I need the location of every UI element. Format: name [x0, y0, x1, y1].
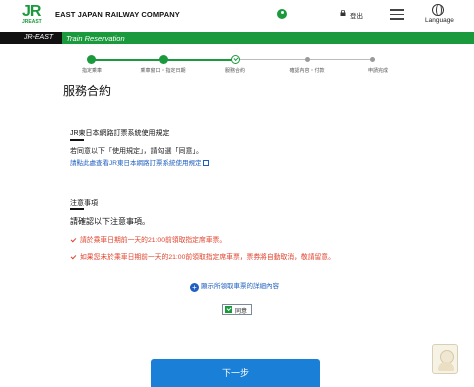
brand-name: EAST JAPAN RAILWAY COMPANY — [55, 10, 180, 19]
next-button[interactable]: 下一步 — [151, 359, 320, 387]
notes-confirm-heading: 請確認以下注意事項。 — [70, 217, 150, 226]
notes-title: 注意事項 — [70, 200, 98, 207]
terms-link[interactable]: 請點此處查看JR東日本網路訂票系統使用規定 — [70, 157, 210, 167]
language-selector[interactable]: Language — [425, 17, 454, 24]
step-1-dot — [87, 55, 96, 64]
warning-item: 請於乘車日期前一天的21:00前領取指定席車票。 — [70, 234, 227, 244]
step-label: 申請完成 — [367, 68, 389, 74]
logo-subtext: JREAST — [22, 19, 42, 25]
terms-link-text[interactable]: 請點此處查看JR東日本網路訂票系統使用規定 — [70, 160, 201, 167]
check-icon — [70, 253, 77, 260]
hamburger-menu-icon[interactable] — [390, 9, 404, 20]
globe-icon[interactable] — [432, 4, 444, 16]
show-ticket-details-link[interactable]: + 顯示所領取車票的詳細內容 — [190, 280, 279, 292]
agree-checkbox[interactable] — [225, 306, 232, 313]
terms-title-underline — [70, 139, 84, 141]
lock-icon[interactable] — [340, 10, 346, 16]
logout-link[interactable]: 登出 — [350, 10, 363, 20]
warning-text: 請於乘車日期前一天的21:00前領取指定席車票。 — [80, 237, 227, 244]
notes-title-underline — [70, 208, 84, 210]
title-bar-brand: JR-EAST — [24, 34, 54, 41]
step-2-dot — [159, 55, 168, 64]
terms-title: JR東日本網路訂票系統使用規定 — [70, 130, 170, 137]
step-label: 確認內容・付款 — [289, 68, 325, 74]
page-title: 服務合約 — [63, 84, 112, 98]
step-3-check-icon — [231, 55, 240, 64]
step-4-dot — [305, 57, 310, 62]
section-title: Train Reservation — [66, 34, 125, 43]
terms-instruction: 若同意以下「使用規定」，請勾選「同意」。 — [70, 148, 203, 155]
warning-text: 如果您未於乘車日期前一天的21:00前領取指定席車票，票券將自動取消，敬請留意。 — [80, 254, 335, 261]
show-ticket-details-label[interactable]: 顯示所領取車票的詳細內容 — [201, 283, 279, 290]
site-header: JR JREAST EAST JAPAN RAILWAY COMPANY 登出 … — [0, 0, 474, 32]
logo-text: JR — [22, 3, 41, 20]
jr-east-logo[interactable]: JR JREAST — [22, 4, 48, 26]
step-label: 服務合約 — [224, 68, 246, 74]
plus-circle-icon: + — [190, 283, 199, 292]
step-label: 乘車窗口・指定日期 — [140, 68, 186, 74]
user-icon[interactable] — [277, 9, 287, 19]
page: JR JREAST EAST JAPAN RAILWAY COMPANY 登出 … — [0, 0, 474, 387]
external-link-icon — [203, 160, 210, 166]
check-icon — [70, 236, 77, 243]
step-5-dot — [370, 57, 375, 62]
step-label: 指定乘車 — [81, 68, 103, 74]
assistant-avatar[interactable] — [432, 344, 458, 374]
agree-label[interactable]: 同意 — [235, 306, 247, 315]
warning-item: 如果您未於乘車日期前一天的21:00前領取指定席車票，票券將自動取消，敬請留意。 — [70, 251, 335, 261]
